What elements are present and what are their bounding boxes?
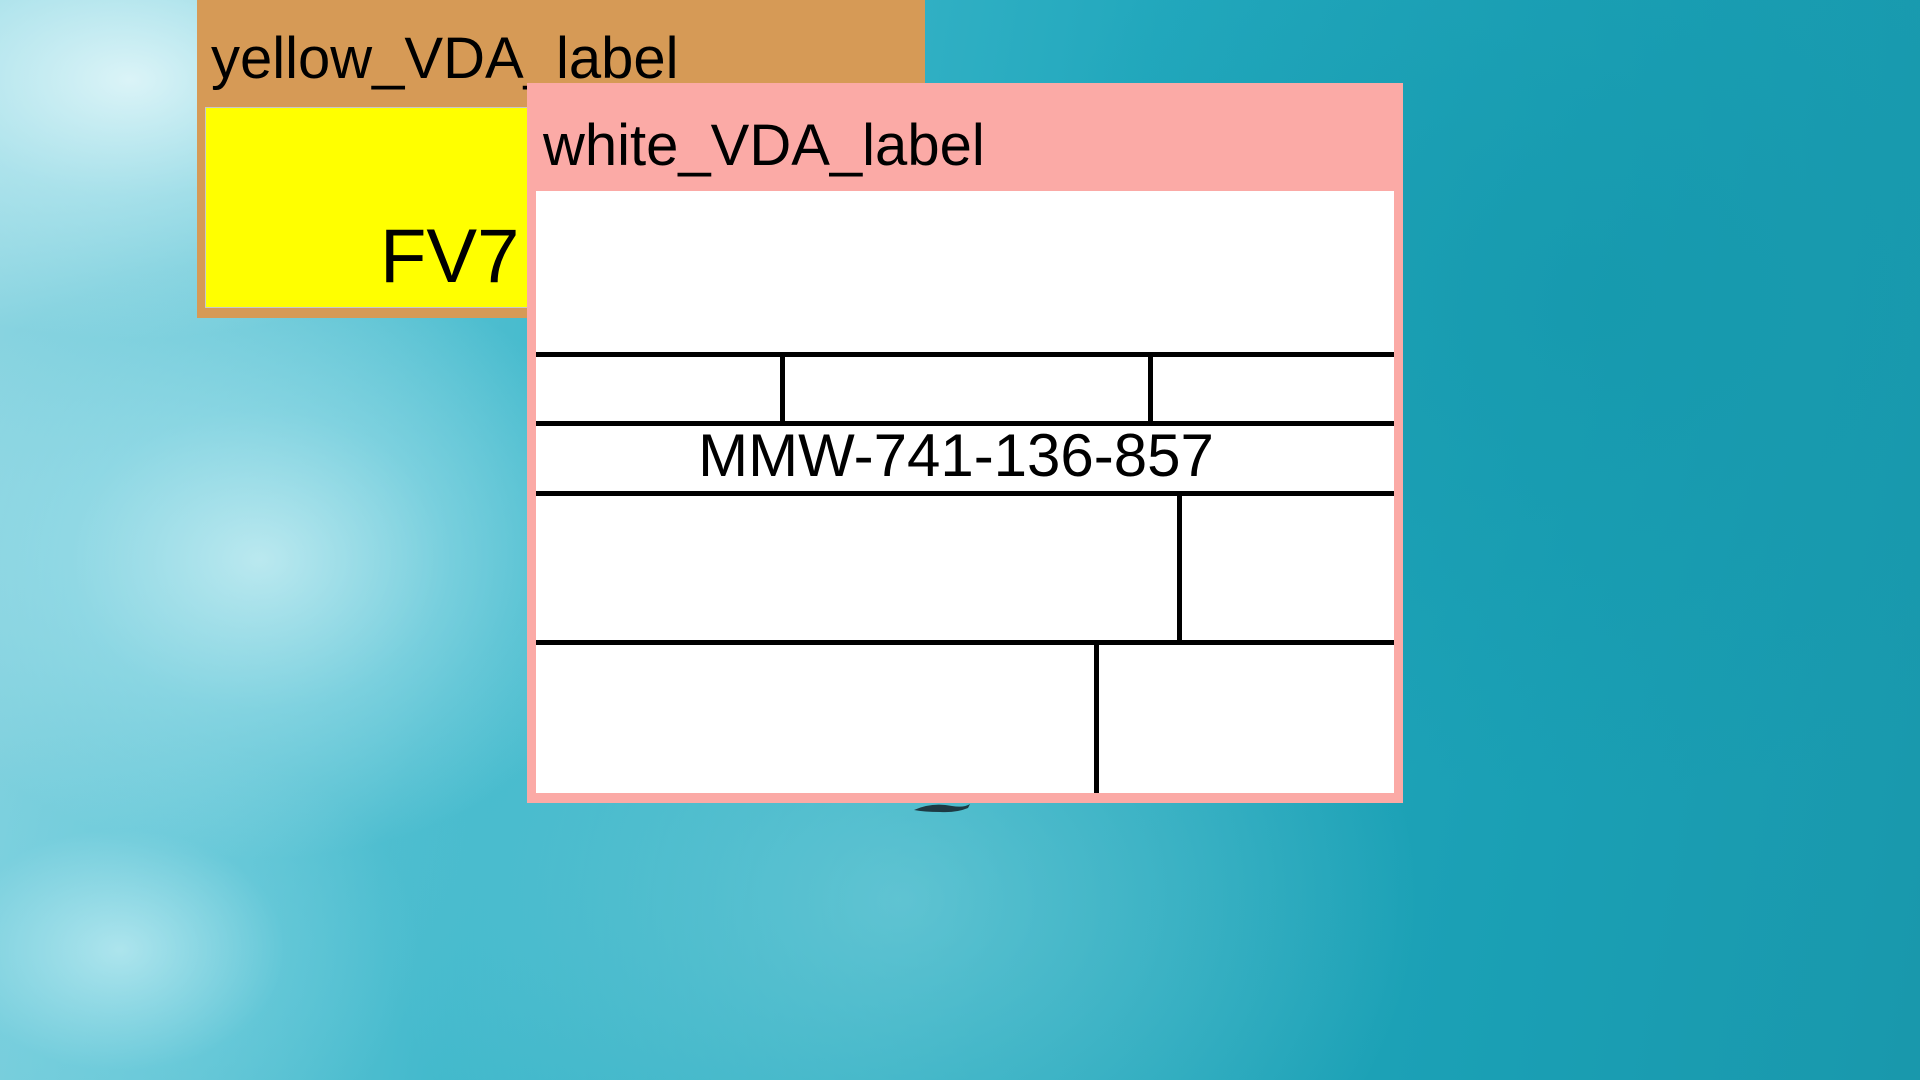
window-title: white_VDA_label [543,113,985,178]
label-body: MMW-741-136-857 [536,191,1394,793]
label-code: FV7 [380,214,520,299]
label-grid-line [1177,491,1182,641]
label-grid-line [536,640,1394,645]
label-grid-line [536,491,1394,496]
label-serial-number: MMW-741-136-857 [698,422,1214,489]
label-grid-line [536,352,1394,357]
window-title: yellow_VDA_label [211,26,679,91]
label-grid-line [780,352,785,422]
label-grid-line [1094,640,1099,793]
label-grid-line [1148,352,1153,422]
white-vda-label-window[interactable]: white_VDA_label MMW-741-136-857 [527,83,1403,803]
